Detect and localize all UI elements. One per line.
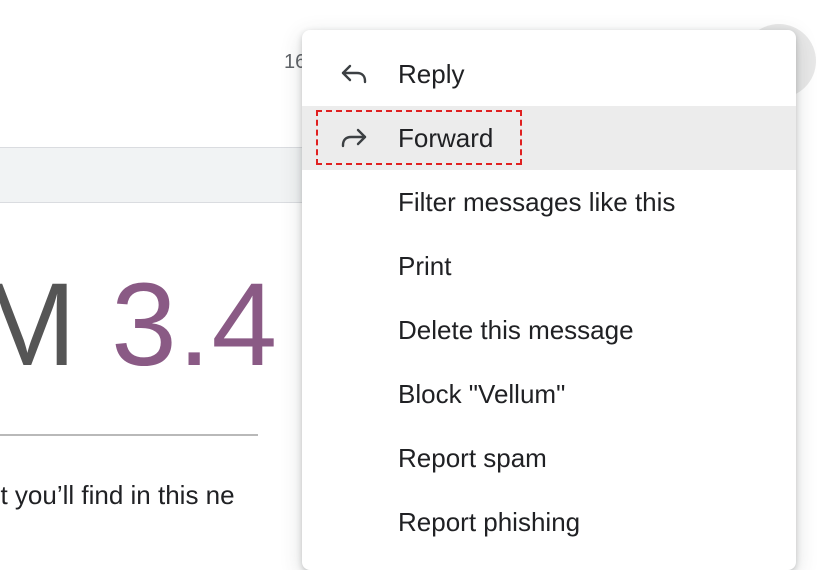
- menu-item-forward[interactable]: Forward: [302, 106, 796, 170]
- email-header-band: [0, 147, 320, 203]
- menu-item-reply[interactable]: Reply: [302, 42, 796, 106]
- hero-divider: [0, 434, 258, 436]
- newsletter-hero-title: M 3.4: [0, 266, 278, 384]
- menu-item-label: Print: [398, 251, 452, 281]
- email-body-text: nt you’ll find in this ne: [0, 480, 235, 510]
- menu-item-print[interactable]: Print: [302, 234, 796, 298]
- menu-item-report-spam[interactable]: Report spam: [302, 426, 796, 490]
- menu-item-block-sender[interactable]: Block "Vellum": [302, 362, 796, 426]
- reply-icon: [338, 58, 370, 90]
- menu-item-label: Report spam: [398, 443, 547, 473]
- menu-item-label: Delete this message: [398, 315, 634, 345]
- focus-highlight-box: [316, 110, 522, 165]
- menu-item-report-phishing[interactable]: Report phishing: [302, 490, 796, 554]
- menu-item-filter-messages[interactable]: Filter messages like this: [302, 170, 796, 234]
- menu-item-label: Block "Vellum": [398, 379, 566, 409]
- hero-title-part: M: [0, 259, 78, 391]
- hero-version: 3.4: [111, 259, 279, 391]
- menu-item-label: Reply: [398, 59, 465, 89]
- message-options-menu: Reply Forward Filter messages like this …: [302, 30, 796, 570]
- menu-item-delete-message[interactable]: Delete this message: [302, 298, 796, 362]
- menu-item-label: Filter messages like this: [398, 187, 676, 217]
- menu-item-label: Report phishing: [398, 507, 581, 537]
